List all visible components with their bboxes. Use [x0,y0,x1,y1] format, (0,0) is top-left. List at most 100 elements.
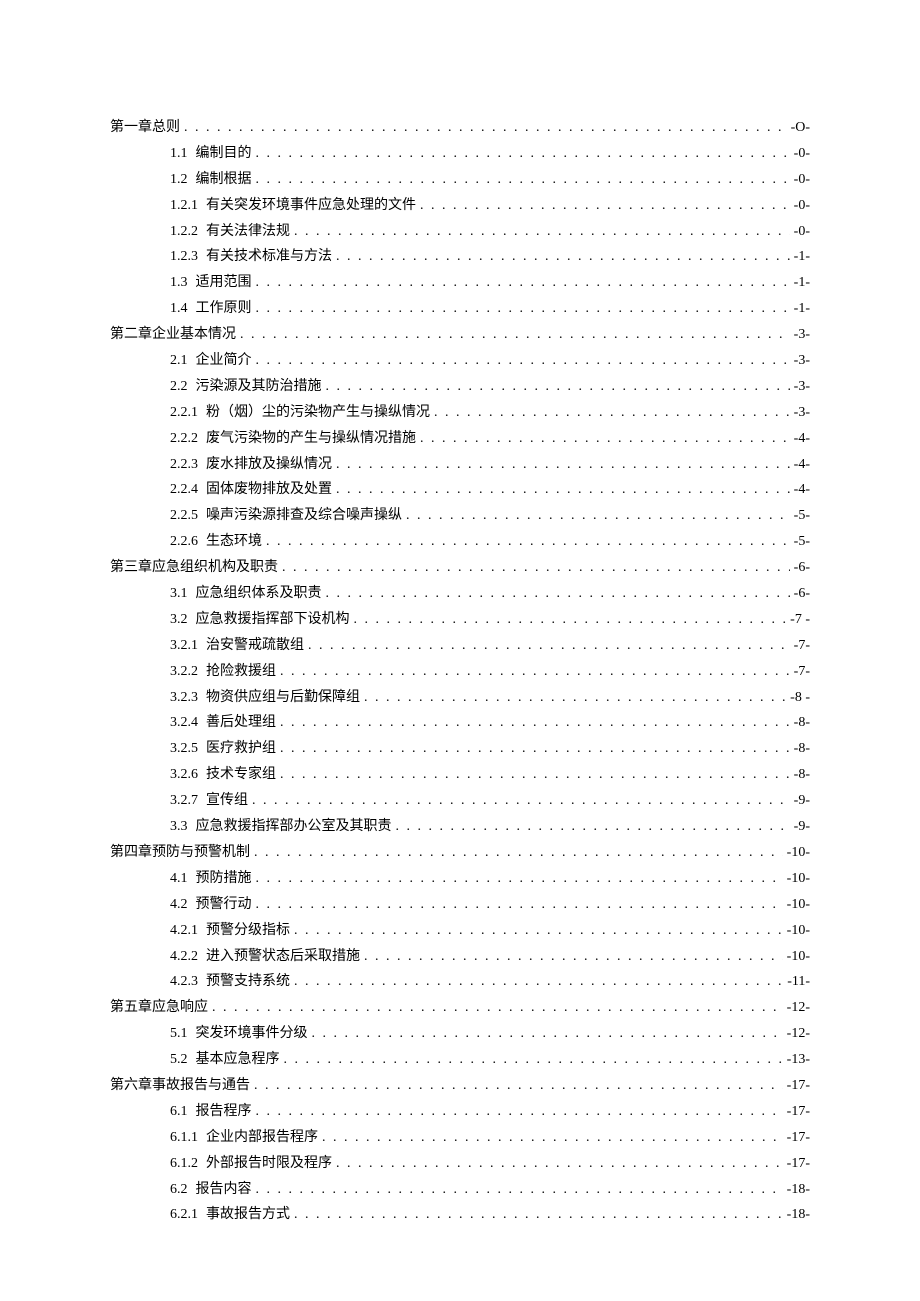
toc-entry-page: -13- [787,1047,810,1073]
toc-leader-dots [262,529,794,555]
toc-entry: 3.3应急救援指挥部办公室及其职责-9- [110,814,810,840]
toc-entry-number: 2.2 [170,374,196,400]
toc-entry-title: 善后处理组 [206,710,276,736]
toc-entry-number: 2.2.5 [170,503,206,529]
toc-leader-dots [360,944,787,970]
toc-leader-dots [252,348,794,374]
toc-entry: 3.2.2抢险救援组-7- [110,659,810,685]
toc-entry-page: -17- [787,1151,810,1177]
toc-leader-dots [250,840,787,866]
toc-entry: 1.2.2有关法律法规-0- [110,219,810,245]
toc-leader-dots [290,918,787,944]
toc-entry-number: 1.1 [170,141,196,167]
toc-entry-page: -17- [787,1099,810,1125]
toc-entry: 6.1.1企业内部报告程序-17- [110,1125,810,1151]
toc-entry-number: 2.2.2 [170,426,206,452]
toc-entry-title: 预警行动 [196,892,252,918]
toc-entry-title: 抢险救援组 [206,659,276,685]
toc-entry-number: 4.2.2 [170,944,206,970]
toc-leader-dots [252,892,787,918]
toc-leader-dots [322,581,794,607]
toc-entry-title: 应急救援指挥部办公室及其职责 [196,814,392,840]
toc-entry-title: 预防措施 [196,866,252,892]
toc-leader-dots [402,503,794,529]
toc-entry: 1.1编制目的-0- [110,141,810,167]
toc-entry-number: 4.2 [170,892,196,918]
toc-entry-number: 3.2.7 [170,788,206,814]
toc-entry-number: 4.1 [170,866,196,892]
toc-entry-title: 医疗救护组 [206,736,276,762]
toc-leader-dots [252,1099,787,1125]
toc-entry-page: -18- [787,1177,810,1203]
toc-leader-dots [392,814,794,840]
toc-entry-title: 第五章应急响应 [110,995,208,1021]
toc-entry-title: 突发环境事件分级 [196,1021,308,1047]
toc-leader-dots [276,659,794,685]
toc-entry-page: -3- [794,374,810,400]
toc-leader-dots [252,296,794,322]
toc-entry-page: -7 - [790,607,810,633]
toc-entry-number: 1.2.3 [170,244,206,270]
toc-entry-page: -10- [787,944,810,970]
toc-entry-page: -10- [787,918,810,944]
toc-entry-number: 6.2 [170,1177,196,1203]
toc-leader-dots [248,788,794,814]
toc-entry-title: 预警分级指标 [206,918,290,944]
toc-entry-page: -8- [794,710,810,736]
toc-leader-dots [252,1177,787,1203]
toc-entry-title: 基本应急程序 [196,1047,280,1073]
toc-entry-title: 废气污染物的产生与操纵情况措施 [206,426,416,452]
toc-leader-dots [290,969,787,995]
toc-leader-dots [290,219,794,245]
toc-entry: 5.1突发环境事件分级-12- [110,1021,810,1047]
toc-entry-title: 第三章应急组织机构及职责 [110,555,278,581]
toc-entry: 3.2应急救援指挥部下设机构-7 - [110,607,810,633]
toc-entry-title: 适用范围 [196,270,252,296]
toc-entry-number: 2.2.1 [170,400,206,426]
toc-entry-page: -9- [794,814,810,840]
table-of-contents: 第一章总则-O-1.1编制目的-0-1.2编制根据-0-1.2.1有关突发环境事… [110,115,810,1228]
toc-leader-dots [332,244,794,270]
toc-leader-dots [322,374,794,400]
toc-entry: 4.2.1预警分级指标-10- [110,918,810,944]
toc-entry-number: 3.2.1 [170,633,206,659]
toc-entry-number: 3.2.5 [170,736,206,762]
toc-leader-dots [276,736,794,762]
toc-leader-dots [304,633,794,659]
toc-entry-number: 3.2.4 [170,710,206,736]
toc-entry: 1.2编制根据-0- [110,167,810,193]
toc-entry-page: -0- [794,219,810,245]
toc-entry-number: 1.2 [170,167,196,193]
toc-leader-dots [208,995,787,1021]
toc-leader-dots [350,607,791,633]
toc-entry-number: 6.1.2 [170,1151,206,1177]
toc-entry-page: -7- [794,659,810,685]
toc-entry-title: 应急组织体系及职责 [196,581,322,607]
toc-leader-dots [278,555,794,581]
toc-leader-dots [276,762,794,788]
toc-entry: 2.2.5噪声污染源排查及综合噪声操纵-5- [110,503,810,529]
toc-entry-title: 工作原则 [196,296,252,322]
toc-entry: 4.2.2进入预警状态后采取措施-10- [110,944,810,970]
toc-entry-title: 物资供应组与后勤保障组 [206,685,360,711]
toc-leader-dots [252,167,794,193]
toc-entry-page: -4- [794,426,810,452]
toc-entry: 第四章预防与预警机制-10- [110,840,810,866]
toc-entry-page: -1- [794,270,810,296]
toc-entry-page: -8- [794,762,810,788]
toc-entry: 6.2.1事故报告方式-18- [110,1202,810,1228]
toc-entry: 6.2报告内容-18- [110,1177,810,1203]
toc-entry-page: -8- [794,736,810,762]
toc-entry-number: 5.1 [170,1021,196,1047]
toc-leader-dots [252,141,794,167]
toc-entry-number: 3.2 [170,607,196,633]
toc-entry: 3.2.1治安警戒疏散组-7- [110,633,810,659]
toc-entry: 3.2.7宣传组-9- [110,788,810,814]
toc-leader-dots [430,400,794,426]
toc-entry-page: -6- [794,555,810,581]
toc-entry-number: 3.2.3 [170,685,206,711]
toc-entry-number: 2.2.3 [170,452,206,478]
toc-leader-dots [318,1125,787,1151]
toc-entry-number: 3.1 [170,581,196,607]
toc-entry-number: 2.1 [170,348,196,374]
